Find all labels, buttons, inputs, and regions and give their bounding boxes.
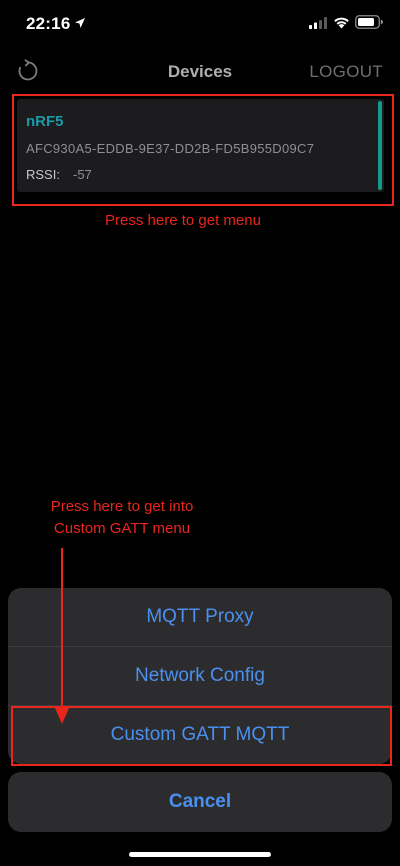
wifi-icon bbox=[334, 17, 349, 29]
home-indicator bbox=[129, 852, 271, 857]
status-time: 22:16 bbox=[26, 14, 71, 33]
annotation-custom-hint-line2: Custom GATT menu bbox=[53, 520, 191, 537]
annotation-card-hint: Press here to get menu bbox=[105, 212, 261, 229]
annotation-custom-hint-line1: Press here to get into bbox=[50, 498, 194, 515]
annotation-custom-hint: Press here to get into Custom GATT menu bbox=[0, 496, 244, 540]
status-bar: 22:16 bbox=[0, 0, 400, 48]
navigation-bar: Devices LOGOUT bbox=[0, 52, 400, 92]
annotation-highlight-device-card bbox=[12, 94, 394, 206]
battery-icon bbox=[355, 15, 383, 29]
cancel-button[interactable]: Cancel bbox=[8, 772, 392, 832]
logout-button[interactable]: LOGOUT bbox=[309, 62, 383, 82]
location-arrow-icon bbox=[75, 18, 85, 28]
cellular-signal-icon bbox=[309, 17, 327, 29]
annotation-arrow-icon bbox=[55, 548, 69, 724]
